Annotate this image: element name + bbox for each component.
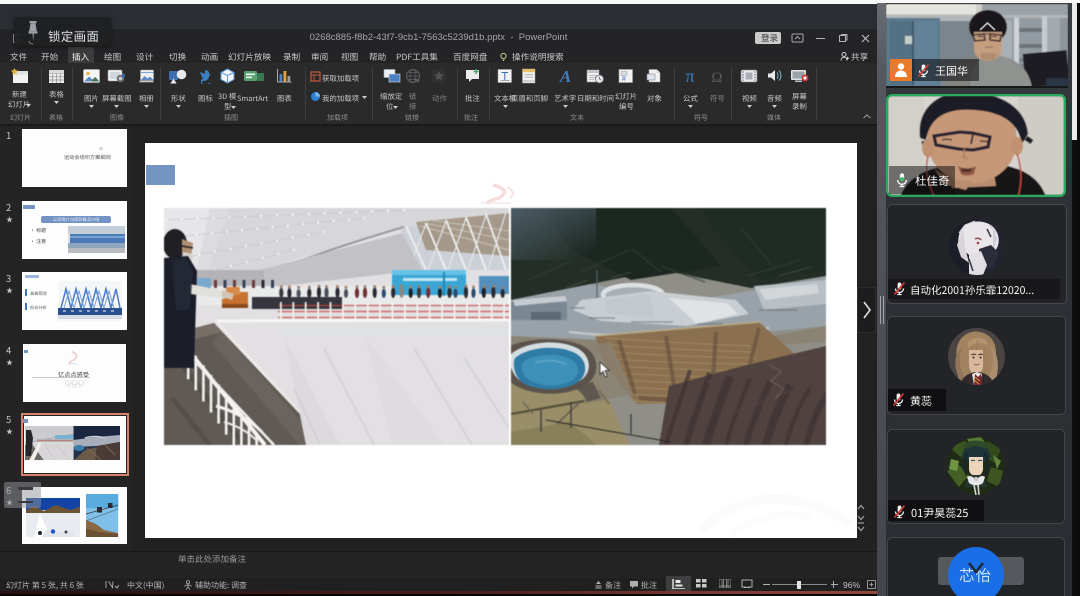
- svg-text:#: #: [622, 76, 626, 83]
- svg-text:A: A: [559, 68, 571, 84]
- svg-text:π: π: [685, 67, 694, 84]
- svg-text:Ω: Ω: [711, 70, 722, 84]
